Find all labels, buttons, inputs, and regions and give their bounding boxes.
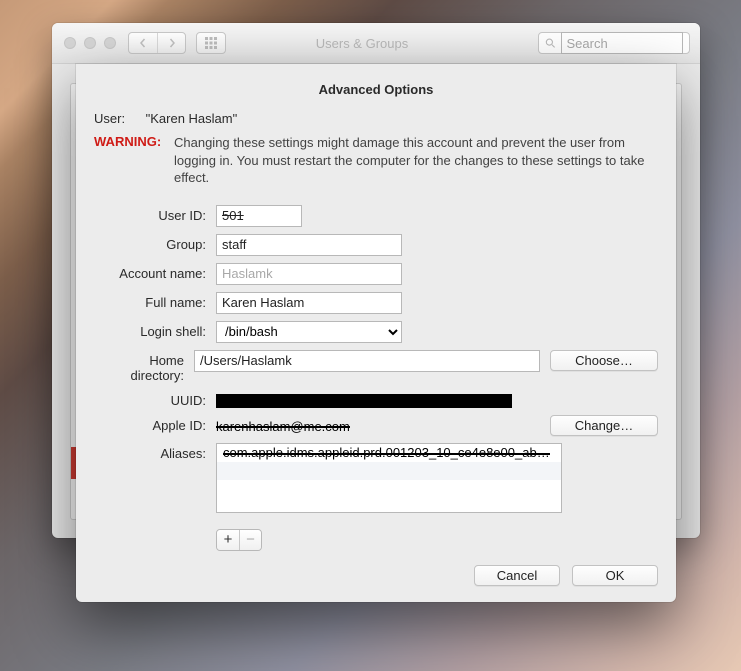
window-title: Users & Groups	[196, 36, 528, 51]
alias-row-empty	[217, 462, 561, 480]
apple-id-value: karenhaslam@me.com	[216, 416, 350, 434]
cancel-button[interactable]: Cancel	[474, 565, 560, 586]
alias-row-empty	[217, 480, 561, 498]
label-home-dir: Home directory:	[94, 350, 184, 383]
alias-value: com.apple.idms.appleid.prd.001203_10_ce4…	[223, 445, 550, 460]
sheet-footer: Cancel OK	[474, 565, 658, 586]
traffic-lights	[62, 37, 118, 49]
row-user-id: User ID:	[94, 205, 658, 227]
minimize-dot[interactable]	[84, 37, 96, 49]
row-home-dir: Home directory: Choose…	[94, 350, 658, 383]
close-dot[interactable]	[64, 37, 76, 49]
label-aliases: Aliases:	[94, 443, 206, 461]
advanced-options-sheet: Advanced Options User: "Karen Haslam" WA…	[76, 64, 676, 602]
toolbar-search[interactable]	[538, 32, 690, 54]
user-label: User:	[94, 111, 142, 126]
row-apple-id: Apple ID: karenhaslam@me.com Change…	[94, 415, 658, 436]
row-aliases: Aliases: com.apple.idms.appleid.prd.0012…	[94, 443, 658, 551]
warning-label: WARNING:	[94, 134, 166, 187]
label-apple-id: Apple ID:	[94, 415, 206, 433]
full-name-field[interactable]	[216, 292, 402, 314]
user-id-field[interactable]	[216, 205, 302, 227]
zoom-dot[interactable]	[104, 37, 116, 49]
aliases-list[interactable]: com.apple.idms.appleid.prd.001203_10_ce4…	[216, 443, 562, 513]
form: User ID: Group: Account name: Full name:	[94, 205, 658, 551]
forward-button[interactable]	[157, 33, 185, 53]
remove-alias-button[interactable]: −	[239, 530, 261, 550]
window-titlebar: Users & Groups	[52, 23, 700, 64]
search-icon	[545, 37, 556, 49]
sheet-title: Advanced Options	[94, 82, 658, 97]
row-login-shell: Login shell: /bin/bash	[94, 321, 658, 343]
label-uuid: UUID:	[94, 390, 206, 408]
sidebar-selection-indicator	[71, 447, 76, 479]
change-apple-id-button[interactable]: Change…	[550, 415, 658, 436]
chevron-right-icon	[167, 38, 177, 48]
choose-home-dir-button[interactable]: Choose…	[550, 350, 658, 371]
row-group: Group:	[94, 234, 658, 256]
warning-text: Changing these settings might damage thi…	[174, 134, 658, 187]
chevron-left-icon	[138, 38, 148, 48]
home-dir-field[interactable]	[194, 350, 540, 372]
row-uuid: UUID:	[94, 390, 658, 408]
label-account-name: Account name:	[94, 263, 206, 281]
alias-add-remove: + −	[216, 529, 262, 551]
add-alias-button[interactable]: +	[217, 530, 239, 550]
alias-row[interactable]: com.apple.idms.appleid.prd.001203_10_ce4…	[217, 444, 561, 462]
account-name-field[interactable]	[216, 263, 402, 285]
row-account-name: Account name:	[94, 263, 658, 285]
user-line: User: "Karen Haslam"	[94, 111, 658, 126]
label-login-shell: Login shell:	[94, 321, 206, 339]
warning-row: WARNING: Changing these settings might d…	[94, 134, 658, 187]
uuid-value-redacted	[216, 394, 512, 408]
login-shell-select[interactable]: /bin/bash	[216, 321, 402, 343]
user-name: "Karen Haslam"	[146, 111, 238, 126]
nav-back-forward	[128, 32, 186, 54]
label-full-name: Full name:	[94, 292, 206, 310]
back-button[interactable]	[129, 33, 157, 53]
row-full-name: Full name:	[94, 292, 658, 314]
group-field[interactable]	[216, 234, 402, 256]
ok-button[interactable]: OK	[572, 565, 658, 586]
label-group: Group:	[94, 234, 206, 252]
label-user-id: User ID:	[94, 205, 206, 223]
search-input[interactable]	[561, 32, 683, 54]
